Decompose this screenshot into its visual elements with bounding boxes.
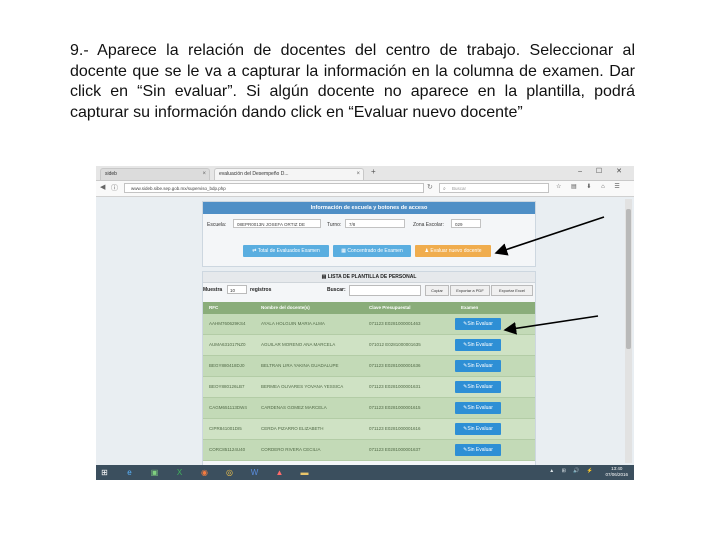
annotation-arrows — [494, 216, 605, 335]
arrow-to-evaluar-nuevo — [494, 216, 605, 256]
arrow-to-sin-evaluar — [503, 315, 599, 335]
